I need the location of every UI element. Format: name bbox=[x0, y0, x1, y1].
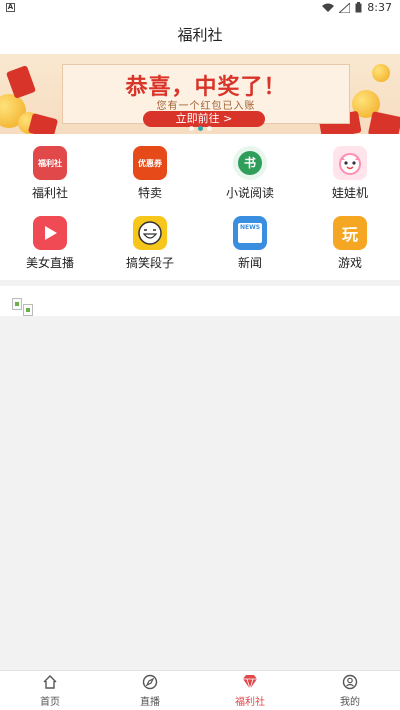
grid-item-sale[interactable]: 优惠券 特卖 bbox=[100, 138, 200, 208]
grid-item-game[interactable]: 玩 游戏 bbox=[300, 208, 400, 278]
tab-label: 福利社 bbox=[235, 697, 265, 708]
tab-label: 我的 bbox=[340, 697, 360, 708]
carousel-dot[interactable] bbox=[206, 126, 212, 131]
tab-label: 首页 bbox=[40, 697, 60, 708]
shortcut-grid: 福利社 福利社 优惠券 特卖 书 小说阅读 娃娃机 美女直播 搞笑段子 NEWS… bbox=[0, 134, 400, 280]
go-now-button[interactable]: 立即前往 > bbox=[143, 111, 265, 127]
broken-image-icon bbox=[12, 298, 22, 310]
carousel-indicator bbox=[0, 126, 400, 131]
grid-item-label: 小说阅读 bbox=[225, 186, 274, 200]
live-app-icon bbox=[33, 216, 67, 250]
grid-item-label: 娃娃机 bbox=[331, 186, 368, 200]
grid-item-joke[interactable]: 搞笑段子 bbox=[100, 208, 200, 278]
banner-subline: 您有一个红包已入账 bbox=[156, 101, 256, 112]
grid-item-claw[interactable]: 娃娃机 bbox=[300, 138, 400, 208]
bottom-tab-bar: 首页 直播 福利社 我的 bbox=[0, 670, 400, 710]
grid-item-label: 游戏 bbox=[337, 256, 362, 270]
fulishe-app-icon: 福利社 bbox=[33, 146, 67, 180]
tab-mine[interactable]: 我的 bbox=[300, 671, 400, 710]
grid-item-label: 福利社 bbox=[31, 186, 68, 200]
gem-icon bbox=[243, 675, 257, 690]
grid-item-label: 新闻 bbox=[237, 256, 262, 270]
coupon-app-icon: 优惠券 bbox=[133, 146, 167, 180]
grid-item-label: 搞笑段子 bbox=[125, 256, 174, 270]
wifi-icon bbox=[322, 3, 335, 12]
user-icon bbox=[342, 674, 358, 690]
home-icon bbox=[43, 675, 57, 689]
tab-live[interactable]: 直播 bbox=[100, 671, 200, 710]
clock: 8:37 bbox=[367, 1, 392, 14]
joke-app-icon bbox=[133, 216, 167, 250]
tab-label: 直播 bbox=[140, 697, 160, 708]
grid-item-news[interactable]: NEWS 新闻 bbox=[200, 208, 300, 278]
carousel-dot[interactable] bbox=[188, 126, 194, 131]
tab-home[interactable]: 首页 bbox=[0, 671, 100, 710]
compass-icon bbox=[142, 674, 158, 690]
tab-fulishe[interactable]: 福利社 bbox=[200, 671, 300, 710]
grid-item-live[interactable]: 美女直播 bbox=[0, 208, 100, 278]
signal-icon bbox=[339, 2, 351, 13]
coin-decoration bbox=[372, 64, 390, 82]
page-title: 福利社 bbox=[0, 16, 400, 54]
promo-banner[interactable]: 恭喜，中奖了！ 您有一个红包已入账 立即前往 > bbox=[0, 54, 400, 134]
game-app-icon: 玩 bbox=[333, 216, 367, 250]
cat-app-icon bbox=[333, 146, 367, 180]
banner-card: 恭喜，中奖了！ 您有一个红包已入账 立即前往 > bbox=[62, 64, 350, 127]
status-icons: 8:37 bbox=[322, 1, 392, 14]
content-area bbox=[0, 286, 400, 316]
notification-icon: A bbox=[6, 3, 15, 12]
grid-item-novel[interactable]: 书 小说阅读 bbox=[200, 138, 300, 208]
grid-item-label: 美女直播 bbox=[25, 256, 74, 270]
battery-icon bbox=[355, 2, 362, 13]
grid-item-fulishe[interactable]: 福利社 福利社 bbox=[0, 138, 100, 208]
carousel-dot-active[interactable] bbox=[197, 126, 203, 131]
book-app-icon: 书 bbox=[233, 146, 267, 180]
news-app-icon: NEWS bbox=[233, 216, 267, 250]
grid-item-label: 特卖 bbox=[137, 186, 162, 200]
status-bar: A 8:37 bbox=[0, 0, 400, 16]
broken-image-icon bbox=[23, 304, 33, 316]
